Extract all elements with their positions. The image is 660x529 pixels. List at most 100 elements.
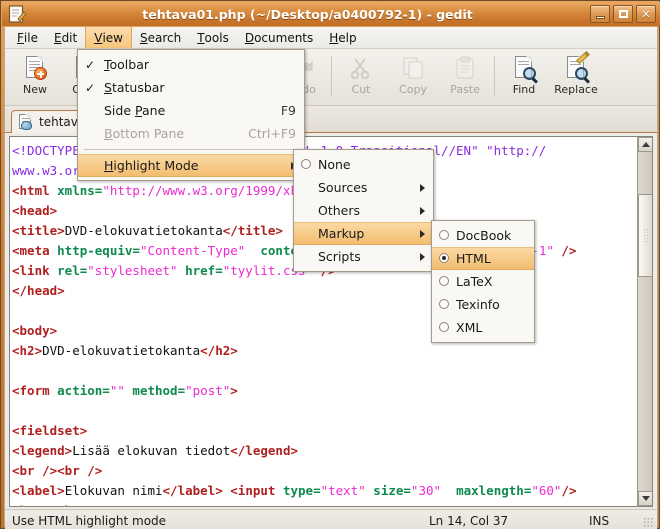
code-token-text: Lisää elokuvan tiedot xyxy=(72,443,231,458)
menu-item-label: XML xyxy=(456,320,483,335)
radio-icon xyxy=(432,229,456,243)
code-token-attr: method= xyxy=(124,383,186,398)
code-token-text: Elokuvan nimi xyxy=(64,483,163,498)
radio-icon xyxy=(432,298,456,312)
toolbar-separator xyxy=(494,56,495,96)
radio-icon xyxy=(432,321,456,335)
toolbar-button-new[interactable]: New xyxy=(9,52,61,102)
view-menu-item-bottom-pane: Bottom Pane Ctrl+F9 xyxy=(78,122,304,145)
maximize-icon[interactable] xyxy=(613,5,633,23)
menu-item-label: HTML xyxy=(456,251,491,266)
gedit-notepad-icon xyxy=(7,4,27,24)
code-line: <fieldset> xyxy=(12,421,637,441)
menu-item-label: Highlight Mode xyxy=(104,158,199,173)
menu-item-label: Others xyxy=(318,203,361,218)
code-token-tag: <link xyxy=(12,263,58,278)
highlight-mode-submenu[interactable]: None Sources Others Markup Scripts xyxy=(293,149,434,272)
toolbar-button-paste: Paste xyxy=(439,52,491,102)
code-token-tag: <br /> xyxy=(57,463,103,478)
code-token-val: "" xyxy=(109,383,125,398)
toolbar-label: Paste xyxy=(450,83,480,96)
code-token-tag: </label> xyxy=(162,483,223,498)
view-menu-item-toolbar[interactable]: ✓ Toolbar xyxy=(78,53,304,76)
markup-menu-item-html[interactable]: HTML xyxy=(432,247,534,270)
highlight-menu-item-others[interactable]: Others xyxy=(294,199,433,222)
copy-pages-icon xyxy=(400,55,426,81)
menubar-item-search[interactable]: Search xyxy=(132,27,189,48)
close-icon[interactable]: ✕ xyxy=(636,5,656,23)
scissors-icon xyxy=(348,55,374,81)
menu-item-label: DocBook xyxy=(456,228,512,243)
code-line: <form action="" method="post"> xyxy=(12,381,637,401)
vertical-scrollbar[interactable] xyxy=(637,137,652,506)
scroll-up-icon[interactable] xyxy=(638,137,652,152)
markup-submenu[interactable]: DocBook HTML LaTeX Texinfo XML xyxy=(431,220,535,343)
code-token-tag: <legend> xyxy=(12,443,73,458)
code-token-val: "30" xyxy=(410,483,442,498)
code-line: <body> xyxy=(12,321,637,341)
radio-icon xyxy=(432,252,456,266)
magnifier-pencil-icon xyxy=(563,50,590,81)
code-token-attr: maxlength= xyxy=(441,483,532,498)
toolbar-label: Find xyxy=(512,83,536,96)
scroll-down-icon[interactable] xyxy=(638,491,652,506)
view-menu-item-statusbar[interactable]: ✓ Statusbar xyxy=(78,76,304,99)
toolbar-button-replace[interactable]: Replace xyxy=(550,50,602,102)
markup-menu-item-texinfo[interactable]: Texinfo xyxy=(432,293,534,316)
menu-item-label: Sources xyxy=(318,180,368,195)
statusbar: Use HTML highlight mode Ln 14, Col 37 IN… xyxy=(5,509,657,529)
code-token-tag: </h2> xyxy=(200,343,238,358)
menubar-item-documents[interactable]: Documents xyxy=(237,27,321,48)
checkmark-icon: ✓ xyxy=(84,80,96,95)
code-token-tag: <title> xyxy=(12,223,65,238)
highlight-menu-item-markup[interactable]: Markup xyxy=(294,222,433,245)
insert-mode-indicator: INS xyxy=(589,513,610,528)
code-token-text: DVD-elokuvatietokanta xyxy=(64,223,223,238)
menubar-item-tools[interactable]: Tools xyxy=(189,27,237,48)
menubar-item-file[interactable]: File xyxy=(9,27,46,48)
minimize-icon[interactable] xyxy=(590,5,610,23)
submenu-arrow-icon xyxy=(420,206,425,215)
code-token-tag: > xyxy=(230,383,238,398)
magnifier-icon xyxy=(511,55,537,81)
toolbar-button-copy: Copy xyxy=(387,52,439,102)
highlight-menu-item-sources[interactable]: Sources xyxy=(294,176,433,199)
menu-item-label: Toolbar xyxy=(104,57,150,72)
highlight-menu-item-scripts[interactable]: Scripts xyxy=(294,245,433,268)
menubar-item-view[interactable]: View xyxy=(85,27,132,48)
menubar-item-edit[interactable]: Edit xyxy=(46,27,85,48)
menu-item-label: Side Pane xyxy=(104,103,166,118)
resize-grip[interactable] xyxy=(643,517,654,528)
markup-menu-item-latex[interactable]: LaTeX xyxy=(432,270,534,293)
markup-menu-item-docbook[interactable]: DocBook xyxy=(432,224,534,247)
gedit-window: tehtava01.php (~/Desktop/a0400792-1) - g… xyxy=(0,0,660,529)
view-menu[interactable]: ✓ Toolbar ✓ Statusbar Side Pane F9 Bottom Pane… xyxy=(77,49,305,181)
code-line: </head> xyxy=(12,281,637,301)
menu-item-label: Markup xyxy=(318,226,365,241)
toolbar-label: Copy xyxy=(399,83,427,96)
window-title: tehtava01.php (~/Desktop/a0400792-1) - g… xyxy=(142,6,473,22)
view-menu-item-highlight-mode[interactable]: Highlight Mode xyxy=(78,154,304,177)
code-line: <legend>Lisää elokuvan tiedot</legend> xyxy=(12,441,637,461)
menubar: File Edit View Search Tools Documents Help xyxy=(5,27,657,49)
code-token-tag: </legend> xyxy=(230,443,298,458)
submenu-arrow-icon xyxy=(420,229,425,238)
toolbar-button-find[interactable]: Find xyxy=(498,52,550,102)
toolbar-label: Replace xyxy=(554,83,598,96)
code-token-val: "Content-Type" xyxy=(139,243,246,258)
code-token-val: "post" xyxy=(185,383,231,398)
markup-menu-item-xml[interactable]: XML xyxy=(432,316,534,339)
toolbar-button-cut: Cut xyxy=(335,52,387,102)
menubar-item-help[interactable]: Help xyxy=(321,27,364,48)
code-token-val: "text" xyxy=(320,483,366,498)
view-menu-item-side-pane[interactable]: Side Pane F9 xyxy=(78,99,304,122)
highlight-menu-item-none[interactable]: None xyxy=(294,153,433,176)
code-token-tag: <h2> xyxy=(12,343,43,358)
titlebar[interactable]: tehtava01.php (~/Desktop/a0400792-1) - g… xyxy=(2,2,660,26)
scrollbar-thumb[interactable] xyxy=(638,194,652,277)
radio-icon xyxy=(432,275,456,289)
submenu-arrow-icon xyxy=(420,183,425,192)
